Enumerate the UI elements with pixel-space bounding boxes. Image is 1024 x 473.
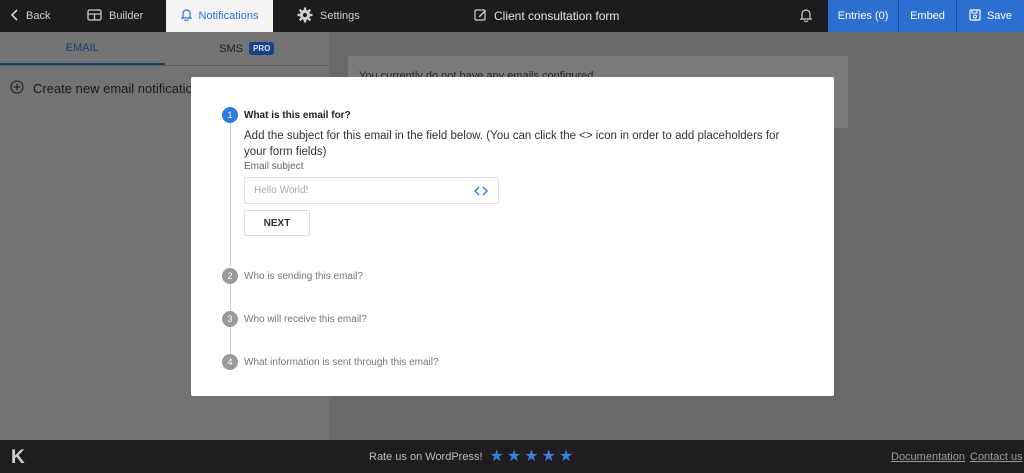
app-logo: K <box>11 447 25 468</box>
notifications-tab[interactable]: Notifications <box>166 0 273 32</box>
step-1-content: Add the subject for this email in the fi… <box>244 128 804 236</box>
step-title: What is this email for? <box>244 109 351 121</box>
entries-label: Entries (0) <box>837 10 889 22</box>
step-title: What information is sent through this em… <box>244 356 439 368</box>
top-bar: Back Builder Notifications Settings Clie… <box>0 0 1024 32</box>
builder-label: Builder <box>109 10 144 22</box>
step-number: 3 <box>222 311 238 327</box>
contact-link[interactable]: Contact us <box>970 451 1023 463</box>
settings-tab[interactable]: Settings <box>297 0 360 32</box>
star-icon[interactable]: ★ <box>542 448 556 465</box>
bell-icon <box>180 8 192 24</box>
email-subject-input[interactable] <box>245 178 465 203</box>
form-title-text: Client consultation form <box>494 9 620 23</box>
embed-label: Embed <box>910 10 945 22</box>
step-title: Who will receive this email? <box>244 313 367 325</box>
back-label: Back <box>26 10 51 22</box>
tab-email[interactable]: EMAIL <box>0 32 165 65</box>
tab-sms-label: SMS <box>219 42 243 55</box>
step-2[interactable]: 2 Who is sending this email? <box>222 268 363 284</box>
step-connector <box>230 123 231 266</box>
placeholder-code-icon[interactable] <box>472 182 490 199</box>
step-number: 1 <box>222 107 238 123</box>
new-email-modal: 1 What is this email for? Add the subjec… <box>191 77 834 396</box>
step-title: Who is sending this email? <box>244 270 363 282</box>
step-4[interactable]: 4 What information is sent through this … <box>222 354 439 370</box>
step-instructions: Add the subject for this email in the fi… <box>244 130 780 158</box>
step-1[interactable]: 1 What is this email for? <box>222 107 351 123</box>
documentation-link[interactable]: Documentation <box>891 451 965 463</box>
step-number: 4 <box>222 354 238 370</box>
back-button[interactable]: Back <box>10 0 50 32</box>
rate-us: Rate us on WordPress! ★ ★ ★ ★ ★ <box>369 440 573 473</box>
alerts-button[interactable] <box>799 0 813 32</box>
settings-label: Settings <box>320 10 360 22</box>
notifications-label: Notifications <box>198 10 259 22</box>
tab-sms[interactable]: SMS PRO <box>165 32 330 65</box>
edit-icon <box>474 8 487 24</box>
embed-button[interactable]: Embed <box>899 0 956 32</box>
star-icon[interactable]: ★ <box>524 448 538 465</box>
footer: K Rate us on WordPress! ★ ★ ★ ★ ★ Docume… <box>0 440 1024 473</box>
form-title[interactable]: Client consultation form <box>474 0 619 32</box>
rating-stars[interactable]: ★ ★ ★ ★ ★ <box>490 448 574 465</box>
step-3[interactable]: 3 Who will receive this email? <box>222 311 367 327</box>
pro-badge: PRO <box>249 42 275 55</box>
create-label: Create new email notification <box>33 81 200 96</box>
save-button[interactable]: Save <box>957 0 1024 32</box>
plus-circle-icon <box>10 80 24 97</box>
star-icon[interactable]: ★ <box>507 448 521 465</box>
builder-icon <box>87 8 102 24</box>
channel-tabs: EMAIL SMS PRO <box>0 32 329 66</box>
rate-label: Rate us on WordPress! <box>369 450 483 463</box>
chevron-left-icon <box>10 8 19 24</box>
star-icon[interactable]: ★ <box>559 448 573 465</box>
tab-email-label: EMAIL <box>65 41 99 54</box>
entries-button[interactable]: Entries (0) <box>828 0 898 32</box>
next-button[interactable]: NEXT <box>244 210 310 236</box>
step-number: 2 <box>222 268 238 284</box>
gear-icon <box>297 7 313 26</box>
subject-label: Email subject <box>244 161 304 172</box>
save-icon <box>969 8 981 24</box>
builder-tab[interactable]: Builder <box>87 0 143 32</box>
step-connector <box>230 284 231 311</box>
subject-field <box>244 177 499 204</box>
save-label: Save <box>986 10 1013 22</box>
star-icon[interactable]: ★ <box>490 448 504 465</box>
bell-icon <box>799 8 813 25</box>
step-connector <box>230 327 231 354</box>
